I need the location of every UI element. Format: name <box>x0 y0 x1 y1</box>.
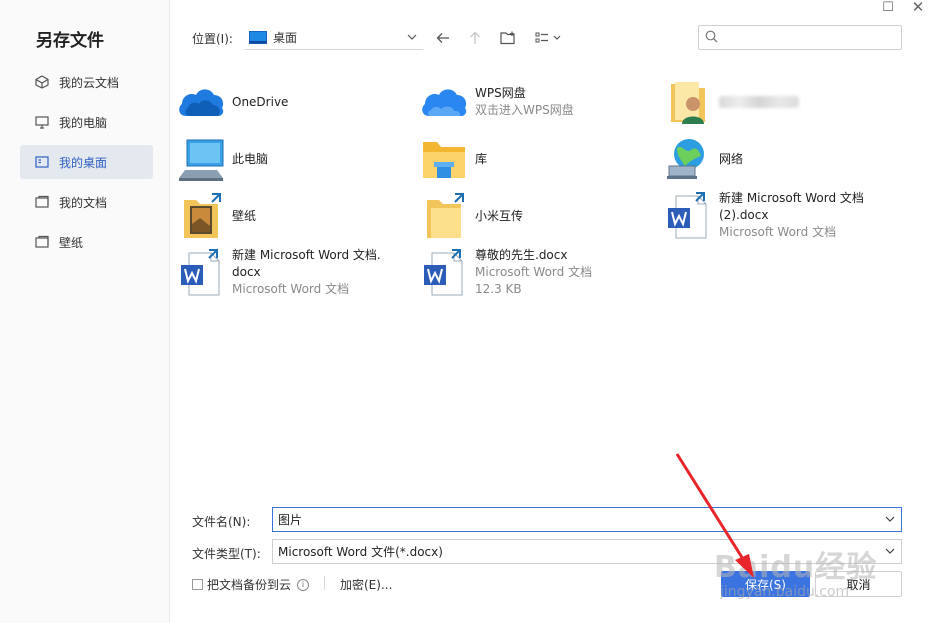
file-size: 12.3 KB <box>475 282 522 296</box>
word-doc-icon <box>176 248 226 298</box>
image-folder-shortcut-icon <box>176 191 226 241</box>
sidebar-item-my-computer[interactable]: 我的电脑 <box>20 105 153 139</box>
cloud-backup-label: 把文档备份到云 <box>207 578 292 592</box>
file-item-word-doc-2[interactable]: 新建 Microsoft Word 文档 (2).docx Microsoft … <box>663 190 864 241</box>
file-name: WPS网盘 <box>475 86 526 100</box>
filetype-label: 文件类型(T): <box>192 547 261 561</box>
view-mode-button[interactable] <box>533 27 565 49</box>
filetype-select[interactable]: Microsoft Word 文件(*.docx) <box>272 539 902 564</box>
search-box[interactable] <box>698 25 902 50</box>
sidebar-item-label: 壁纸 <box>59 235 84 250</box>
new-folder-button[interactable] <box>497 27 519 49</box>
file-name: 此电脑 <box>232 151 269 166</box>
file-type: Microsoft Word 文档 <box>719 225 837 239</box>
file-name: 新建 Microsoft Word 文档 <box>719 191 864 205</box>
back-button[interactable] <box>432 27 454 49</box>
computer-icon <box>176 134 226 184</box>
divider <box>324 576 325 590</box>
filetype-value: Microsoft Word 文件(*.docx) <box>278 545 443 559</box>
wps-cloud-icon <box>419 77 469 127</box>
desktop-icon <box>35 155 49 169</box>
sidebar-item-label: 我的云文档 <box>59 75 120 90</box>
cloud-backup-checkbox[interactable] <box>192 579 203 590</box>
sidebar-item-label: 我的文档 <box>59 195 108 210</box>
search-icon <box>705 30 718 46</box>
sidebar-item-my-desktop[interactable]: 我的桌面 <box>20 145 153 179</box>
close-button[interactable]: ✕ <box>908 0 928 16</box>
chevron-down-icon[interactable] <box>879 514 901 525</box>
file-name: 尊敬的先生.docx <box>475 248 568 262</box>
network-icon <box>663 134 713 184</box>
filename-value: 图片 <box>278 513 303 527</box>
file-item-user-folder[interactable] <box>663 77 799 127</box>
user-folder-icon <box>663 77 713 127</box>
file-item-library[interactable]: 库 <box>419 134 487 184</box>
sidebar: 另存文件 我的云文档 我的电脑 我的桌面 我的文档 壁纸 <box>0 0 170 623</box>
cancel-button[interactable]: 取消 <box>815 571 902 597</box>
cloud-backup-option[interactable]: 把文档备份到云 i <box>192 576 310 593</box>
folder-shortcut-icon <box>419 191 469 241</box>
word-doc-icon <box>663 191 713 241</box>
file-name-continued: docx <box>232 265 261 279</box>
sidebar-item-label: 我的桌面 <box>59 155 108 170</box>
location-value: 桌面 <box>273 31 298 45</box>
chevron-down-icon <box>407 32 423 43</box>
search-input[interactable] <box>724 30 901 45</box>
maximize-button[interactable]: ☐ <box>878 0 898 15</box>
filename-label: 文件名(N): <box>192 515 251 529</box>
dialog-title: 另存文件 <box>36 31 104 51</box>
file-name: 新建 Microsoft Word 文档. <box>232 248 381 262</box>
sidebar-item-cloud-docs[interactable]: 我的云文档 <box>20 65 153 99</box>
file-item-this-pc[interactable]: 此电脑 <box>176 134 268 184</box>
sidebar-item-label: 我的电脑 <box>59 115 108 130</box>
file-name: OneDrive <box>232 94 289 109</box>
folder-icon <box>35 235 49 249</box>
file-type: Microsoft Word 文档 <box>232 282 350 296</box>
folder-icon <box>35 195 49 209</box>
file-item-wallpaper[interactable]: 壁纸 <box>176 191 256 241</box>
desktop-icon <box>249 31 267 44</box>
file-name: 库 <box>475 151 488 166</box>
sidebar-item-my-documents[interactable]: 我的文档 <box>20 185 153 219</box>
monitor-icon <box>35 115 49 129</box>
file-name-continued: (2).docx <box>719 208 769 222</box>
file-item-wps-cloud[interactable]: WPS网盘 双击进入WPS网盘 <box>419 77 574 127</box>
sidebar-item-wallpaper[interactable]: 壁纸 <box>20 225 153 259</box>
library-folder-icon <box>419 134 469 184</box>
up-level-button[interactable] <box>464 27 486 49</box>
info-icon[interactable]: i <box>297 578 310 591</box>
blurred-user-name <box>719 96 799 108</box>
encrypt-button[interactable]: 加密(E)... <box>340 576 392 593</box>
save-as-dialog: ☐ ✕ 另存文件 我的云文档 我的电脑 我的桌面 我的文档 壁纸 位置(I): … <box>0 0 929 623</box>
file-name: 网络 <box>719 151 744 166</box>
save-button[interactable]: 保存(S) <box>721 571 810 597</box>
chevron-down-icon <box>879 546 901 557</box>
word-doc-icon <box>419 248 469 298</box>
file-item-xiaomi-transfer[interactable]: 小米互传 <box>419 191 523 241</box>
location-label: 位置(I): <box>192 32 233 46</box>
file-item-onedrive[interactable]: OneDrive <box>176 77 288 127</box>
file-type: Microsoft Word 文档 <box>475 265 593 279</box>
file-name: 壁纸 <box>232 208 257 223</box>
file-item-word-doc[interactable]: 新建 Microsoft Word 文档. docx Microsoft Wor… <box>176 247 381 298</box>
onedrive-cloud-icon <box>176 77 226 127</box>
location-dropdown[interactable]: 桌面 <box>245 26 423 50</box>
filename-field[interactable]: 图片 <box>272 507 902 532</box>
file-name: 小米互传 <box>475 208 524 223</box>
file-item-respected-sir[interactable]: 尊敬的先生.docx Microsoft Word 文档 12.3 KB <box>419 247 592 298</box>
file-item-network[interactable]: 网络 <box>663 134 743 184</box>
cloud-doc-icon <box>35 75 49 89</box>
file-subtitle: 双击进入WPS网盘 <box>475 103 574 117</box>
